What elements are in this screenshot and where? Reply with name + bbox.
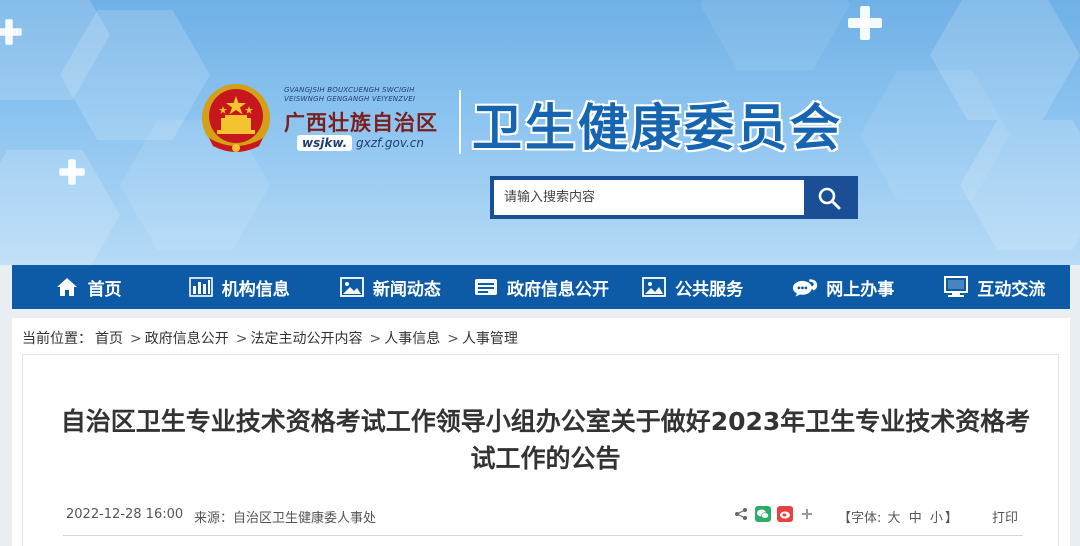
- font-size-close: 】: [944, 511, 958, 526]
- search-bar: [490, 176, 858, 219]
- region-branding: GVANGJSIH BOUXCUENGH SWCIGIH VEISWNGH GE…: [284, 86, 449, 137]
- article-meta: 2022-12-28 16:00 来源：自治区卫生健康委人事处 【字体: 大 中…: [63, 506, 1023, 527]
- breadcrumb-item[interactable]: 首页: [95, 331, 123, 347]
- home-icon: [54, 276, 80, 298]
- nav-item-gov-info[interactable]: 政府信息公开: [465, 265, 616, 309]
- plus-decoration: [59, 159, 85, 185]
- print-button[interactable]: 打印: [992, 507, 1018, 526]
- share-tools: [733, 506, 815, 522]
- domain-suffix: gxzf.gov.cn: [356, 136, 424, 150]
- nav-item-news[interactable]: 新闻动态: [314, 265, 465, 309]
- breadcrumb-separator: >: [235, 331, 248, 347]
- breadcrumb-item[interactable]: 人事信息: [384, 331, 440, 347]
- breadcrumb-item[interactable]: 法定主动公开内容: [250, 331, 362, 347]
- breadcrumb-prefix: 当前位置：: [22, 331, 92, 347]
- region-name: 广西壮族自治区: [284, 110, 438, 135]
- nav-label: 新闻动态: [372, 279, 441, 300]
- chat-icon: [792, 276, 818, 298]
- site-domain[interactable]: wsjkw. gxzf.gov.cn: [297, 135, 424, 151]
- image-icon: [339, 276, 365, 298]
- logo-divider: [459, 90, 461, 154]
- search-icon: [818, 187, 841, 209]
- article-source: 来源：自治区卫生健康委人事处: [194, 507, 376, 526]
- zhuang-name-line-2: VEISWNGH GENGANGH VEIYENZVEI: [284, 95, 416, 103]
- domain-prefix: wsjkw.: [297, 135, 353, 151]
- article-title: 自治区卫生专业技术资格考试工作领导小组办公室关于做好2023年卫生专业技术资格考…: [60, 407, 1031, 473]
- share-icon[interactable]: [733, 506, 749, 522]
- source-label: 来源：: [194, 511, 234, 526]
- nav-label: 机构信息: [221, 279, 290, 300]
- national-emblem-icon: [202, 84, 270, 152]
- breadcrumb-item[interactable]: 政府信息公开: [145, 331, 229, 347]
- nav-label: 政府信息公开: [506, 279, 609, 300]
- nav-item-online-service[interactable]: 网上办事: [768, 265, 919, 309]
- zhuang-name-line-1: GVANGJSIH BOUXCUENGH SWCIGIH: [284, 86, 415, 94]
- nav-item-public-service[interactable]: 公共服务: [617, 265, 768, 309]
- font-size-control: 【字体: 大 中 小】: [838, 507, 958, 526]
- breadcrumb-separator: >: [130, 331, 142, 347]
- nav-label: 网上办事: [826, 279, 895, 300]
- font-size-small[interactable]: 小: [930, 511, 943, 526]
- bar-chart-icon: [188, 276, 214, 298]
- hexagon-decoration: [700, 0, 850, 70]
- breadcrumb-separator: >: [369, 331, 382, 347]
- font-size-large[interactable]: 大: [888, 511, 901, 526]
- breadcrumb-item[interactable]: 人事管理: [462, 331, 518, 347]
- font-size-medium[interactable]: 中: [909, 511, 922, 526]
- wechat-icon[interactable]: [755, 506, 771, 522]
- font-size-label: 【字体:: [838, 511, 882, 526]
- breadcrumb-separator: >: [447, 331, 459, 347]
- meta-divider: [63, 535, 1023, 536]
- article-panel: 自治区卫生专业技术资格考试工作领导小组办公室关于做好2023年卫生专业技术资格考…: [22, 354, 1059, 546]
- document-icon: [473, 276, 499, 298]
- nav-label: 首页: [87, 279, 122, 300]
- plus-decoration: [848, 6, 882, 40]
- publish-date: 2022-12-28 16:00: [66, 507, 184, 522]
- content-area: 当前位置： 首页 > 政府信息公开 > 法定主动公开内容 > 人事信息 > 人事管理 自治区卫生专…: [12, 318, 1070, 546]
- nav-label: 互动交流: [977, 279, 1046, 300]
- breadcrumb: 当前位置： 首页 > 政府信息公开 > 法定主动公开内容 > 人事信息 > 人事管理: [22, 328, 521, 348]
- nav-item-institution[interactable]: 机构信息: [163, 265, 314, 309]
- source-value: 自治区卫生健康委人事处: [233, 511, 377, 526]
- picture-icon: [641, 276, 667, 298]
- nav-item-home[interactable]: 首页: [12, 265, 163, 309]
- search-button[interactable]: [804, 180, 854, 215]
- site-title[interactable]: 卫生健康委员会: [472, 88, 843, 160]
- plus-decoration: [0, 19, 22, 45]
- weibo-icon[interactable]: [777, 506, 793, 522]
- search-input[interactable]: [494, 180, 804, 215]
- more-share-icon[interactable]: [799, 506, 815, 522]
- header-banner: GVANGJSIH BOUXCUENGH SWCIGIH VEISWNGH GE…: [0, 0, 1080, 265]
- nav-label: 公共服务: [675, 279, 744, 300]
- nav-item-interaction[interactable]: 互动交流: [919, 265, 1070, 309]
- monitor-icon: [943, 276, 969, 298]
- main-nav: 首页 机构信息 新闻动态 政府信息公开 公共服务 网上办事 互动交流: [12, 265, 1070, 309]
